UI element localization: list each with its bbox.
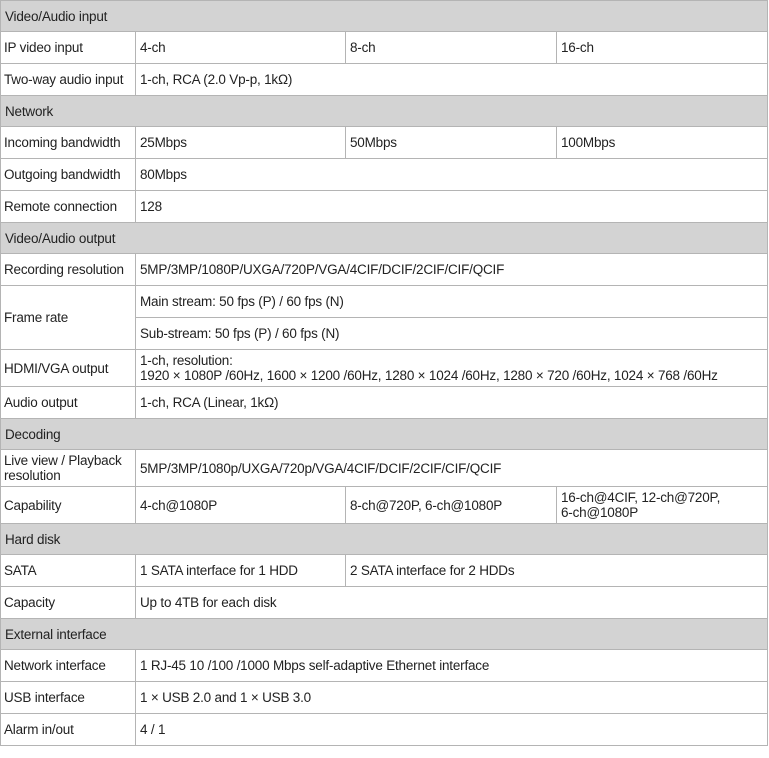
row-value: 1-ch, resolution: 1920 × 1080P /60Hz, 16…: [135, 349, 768, 387]
row-label: Two-way audio input: [0, 63, 136, 96]
row-value: 8-ch@720P, 6-ch@1080P: [345, 486, 557, 524]
spec-table: Video/Audio input IP video input 4-ch 8-…: [0, 0, 768, 746]
row-value: Sub-stream: 50 fps (P) / 60 fps (N): [135, 317, 768, 350]
table-row: HDMI/VGA output 1-ch, resolution: 1920 ×…: [0, 349, 768, 387]
table-row: Recording resolution 5MP/3MP/1080P/UXGA/…: [0, 253, 768, 286]
row-value: 1-ch, RCA (2.0 Vp-p, 1kΩ): [135, 63, 768, 96]
row-label: USB interface: [0, 681, 136, 714]
row-value: Main stream: 50 fps (P) / 60 fps (N): [135, 285, 768, 318]
row-value: 1 × USB 2.0 and 1 × USB 3.0: [135, 681, 768, 714]
row-value: 100Mbps: [556, 126, 768, 159]
table-row: Live view / Playback resolution 5MP/3MP/…: [0, 449, 768, 487]
row-value: 4-ch: [135, 31, 346, 64]
table-row: Network interface 1 RJ-45 10 /100 /1000 …: [0, 649, 768, 682]
value-line: 16-ch@4CIF, 12-ch@720P,: [561, 490, 721, 505]
value-line: 1920 × 1080P /60Hz, 1600 × 1200 /60Hz, 1…: [140, 368, 718, 383]
section-header: Hard disk: [0, 523, 768, 555]
row-value: 50Mbps: [345, 126, 557, 159]
row-value: 128: [135, 190, 768, 223]
section-title: Decoding: [0, 418, 768, 450]
row-value: 16-ch: [556, 31, 768, 64]
label-line: resolution: [4, 468, 61, 483]
section-title: External interface: [0, 618, 768, 650]
section-header: Decoding: [0, 418, 768, 450]
row-label: IP video input: [0, 31, 136, 64]
row-value: 5MP/3MP/1080p/UXGA/720p/VGA/4CIF/DCIF/2C…: [135, 449, 768, 487]
row-value: 5MP/3MP/1080P/UXGA/720P/VGA/4CIF/DCIF/2C…: [135, 253, 768, 286]
row-value: 4-ch@1080P: [135, 486, 346, 524]
row-label: Outgoing bandwidth: [0, 158, 136, 191]
section-title: Network: [0, 95, 768, 127]
table-row: Audio output 1-ch, RCA (Linear, 1kΩ): [0, 386, 768, 419]
section-title: Video/Audio input: [0, 0, 768, 32]
table-row: Capacity Up to 4TB for each disk: [0, 586, 768, 619]
row-value: Up to 4TB for each disk: [135, 586, 768, 619]
row-label: Live view / Playback resolution: [0, 449, 136, 487]
row-label: Remote connection: [0, 190, 136, 223]
row-value: 1 SATA interface for 1 HDD: [135, 554, 346, 587]
row-label: Audio output: [0, 386, 136, 419]
section-title: Video/Audio output: [0, 222, 768, 254]
row-value: 1 RJ-45 10 /100 /1000 Mbps self-adaptive…: [135, 649, 768, 682]
section-header: External interface: [0, 618, 768, 650]
table-row: Incoming bandwidth 25Mbps 50Mbps 100Mbps: [0, 126, 768, 159]
table-row: Capability 4-ch@1080P 8-ch@720P, 6-ch@10…: [0, 486, 768, 524]
row-value: 16-ch@4CIF, 12-ch@720P, 6-ch@1080P: [556, 486, 768, 524]
table-row: SATA 1 SATA interface for 1 HDD 2 SATA i…: [0, 554, 768, 587]
row-label: Network interface: [0, 649, 136, 682]
row-value: 25Mbps: [135, 126, 346, 159]
row-value: 2 SATA interface for 2 HDDs: [345, 554, 768, 587]
row-value: 4 / 1: [135, 713, 768, 746]
row-label: HDMI/VGA output: [0, 349, 136, 387]
row-label: Incoming bandwidth: [0, 126, 136, 159]
section-header: Network: [0, 95, 768, 127]
row-value: 8-ch: [345, 31, 557, 64]
label-line: Live view / Playback: [4, 453, 122, 468]
row-label: Alarm in/out: [0, 713, 136, 746]
row-value: 1-ch, RCA (Linear, 1kΩ): [135, 386, 768, 419]
value-line: 6-ch@1080P: [561, 505, 639, 520]
table-row: Frame rate Main stream: 50 fps (P) / 60 …: [0, 285, 768, 350]
table-row: Two-way audio input 1-ch, RCA (2.0 Vp-p,…: [0, 63, 768, 96]
section-title: Hard disk: [0, 523, 768, 555]
row-label: Recording resolution: [0, 253, 136, 286]
table-row: Outgoing bandwidth 80Mbps: [0, 158, 768, 191]
row-value: 80Mbps: [135, 158, 768, 191]
section-header: Video/Audio output: [0, 222, 768, 254]
row-label: SATA: [0, 554, 136, 587]
table-row: IP video input 4-ch 8-ch 16-ch: [0, 31, 768, 64]
section-header: Video/Audio input: [0, 0, 768, 32]
row-label: Capacity: [0, 586, 136, 619]
table-row: Remote connection 128: [0, 190, 768, 223]
table-row: USB interface 1 × USB 2.0 and 1 × USB 3.…: [0, 681, 768, 714]
table-row: Alarm in/out 4 / 1: [0, 713, 768, 746]
row-label: Capability: [0, 486, 136, 524]
row-label: Frame rate: [0, 285, 136, 350]
value-line: 1-ch, resolution:: [140, 353, 233, 368]
